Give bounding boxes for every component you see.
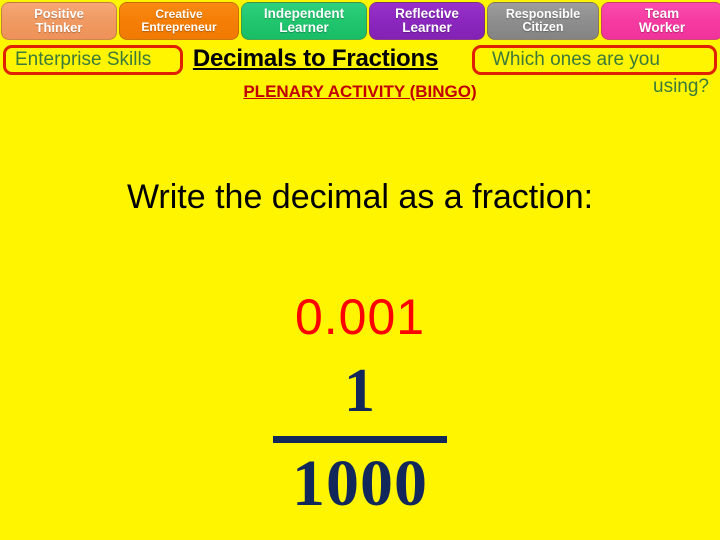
skill-button-line2: Worker xyxy=(638,20,686,35)
skill-button-line2: Learner xyxy=(279,20,329,35)
instruction-text: Write the decimal as a fraction: xyxy=(126,178,594,216)
decimal-value: 0.001 xyxy=(294,289,426,345)
skill-button-independent-learner[interactable]: Independent Learner xyxy=(241,2,367,40)
page-title: Decimals to Fractions xyxy=(192,45,439,72)
skill-button-line1: Team xyxy=(644,5,680,21)
fraction-numerator: 1 xyxy=(344,357,376,425)
skill-button-responsible-citizen[interactable]: Responsible Citizen xyxy=(487,2,599,40)
fraction-bar xyxy=(273,436,447,443)
enterprise-skills-callout: Enterprise Skills xyxy=(3,45,183,75)
skill-button-line1: Independent xyxy=(263,5,345,21)
skill-button-line2: Thinker xyxy=(35,20,83,35)
enterprise-skills-label: Enterprise Skills xyxy=(15,49,152,70)
fraction-denominator: 1000 xyxy=(292,447,428,520)
skill-button-line2: Citizen xyxy=(522,20,564,34)
skill-button-line1: Reflective xyxy=(395,5,459,21)
skill-button-line2: Learner xyxy=(402,20,452,35)
skill-button-positive-thinker[interactable]: Positive Thinker xyxy=(1,2,117,40)
skill-button-line1: Positive xyxy=(34,6,84,22)
skill-button-reflective-learner[interactable]: Reflective Learner xyxy=(369,2,485,40)
which-ones-question-callout: Which ones are you xyxy=(472,45,717,75)
skills-button-bar: Positive Thinker Creative Entrepreneur I… xyxy=(0,0,720,42)
which-ones-question-line1: Which ones are you xyxy=(492,49,660,70)
fraction-answer: 1 1000 xyxy=(0,358,720,519)
skill-button-team-worker[interactable]: Team Worker xyxy=(601,2,720,40)
slide-canvas: Positive Thinker Creative Entrepreneur I… xyxy=(0,0,720,540)
skill-button-line2: Entrepreneur xyxy=(141,20,217,34)
activity-subtitle: PLENARY ACTIVITY (BINGO) xyxy=(243,82,477,101)
skill-button-creative-entrepreneur[interactable]: Creative Entrepreneur xyxy=(119,2,239,40)
